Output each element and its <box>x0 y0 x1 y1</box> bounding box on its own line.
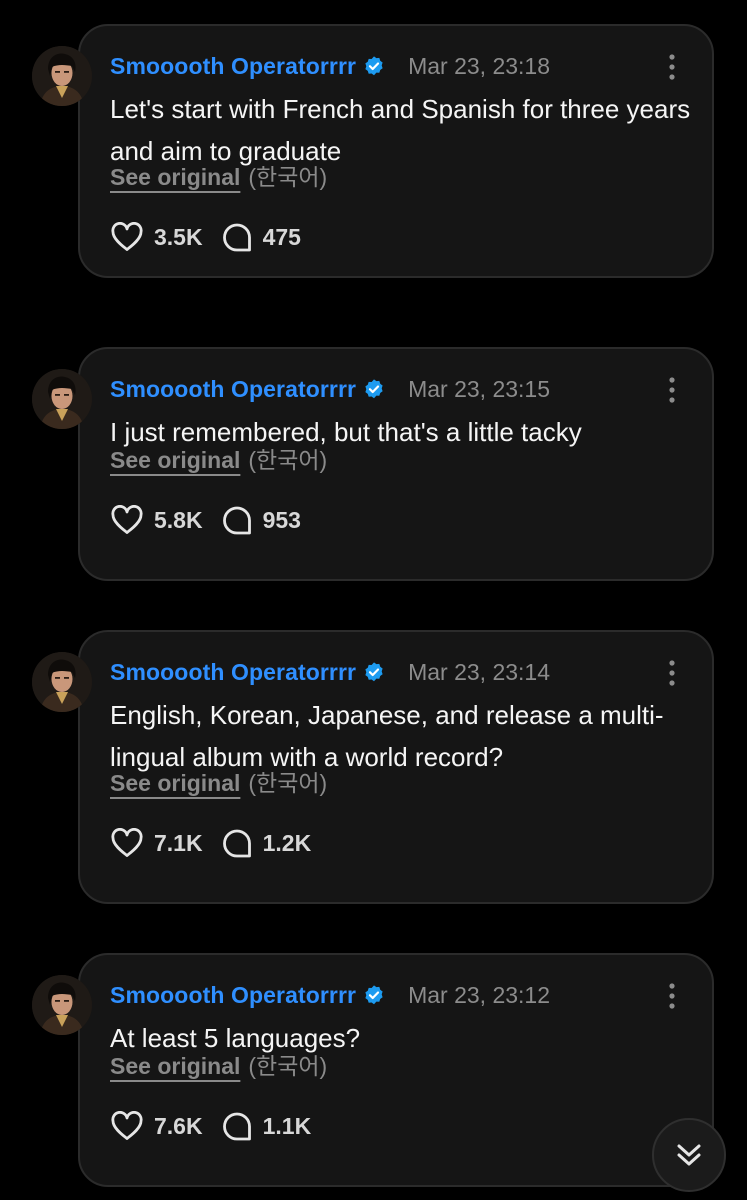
like-button[interactable]: 7.1K <box>110 828 203 858</box>
reply-button[interactable]: 1.1K <box>221 1111 312 1141</box>
username[interactable]: Smooooth Operatorrrr <box>110 982 356 1009</box>
username[interactable]: Smooooth Operatorrrr <box>110 376 356 403</box>
post-actions: 3.5K 475 <box>110 222 301 252</box>
message-feed: Smooooth Operatorrrr Mar 23, 23:18 Let's… <box>0 0 747 1200</box>
speech-bubble-icon <box>222 1112 251 1141</box>
original-language: (한국어) <box>248 164 328 190</box>
like-count: 7.1K <box>154 829 203 856</box>
see-original-row: See original (한국어) <box>110 158 327 192</box>
post-header: Smooooth Operatorrrr Mar 23, 23:15 <box>110 373 550 405</box>
post-card[interactable]: Smooooth Operatorrrr Mar 23, 23:14 Engli… <box>78 630 714 904</box>
see-original-link[interactable]: See original <box>110 770 240 796</box>
avatar[interactable] <box>32 975 92 1035</box>
verified-badge-icon <box>365 56 383 76</box>
speech-bubble-icon <box>222 223 251 252</box>
username[interactable]: Smooooth Operatorrrr <box>110 659 356 686</box>
timestamp: Mar 23, 23:12 <box>408 981 550 1008</box>
heart-icon <box>111 1111 143 1140</box>
verified-badge-icon <box>365 662 383 682</box>
original-language: (한국어) <box>248 447 328 473</box>
like-button[interactable]: 5.8K <box>110 505 203 535</box>
reply-count: 1.1K <box>262 1112 312 1139</box>
avatar[interactable] <box>32 46 92 106</box>
see-original-row: See original (한국어) <box>110 1047 327 1081</box>
heart-icon <box>111 505 143 534</box>
like-count: 5.8K <box>154 506 203 533</box>
verified-badge-icon <box>365 985 383 1005</box>
verified-badge-icon <box>365 379 383 399</box>
reply-count: 1.2K <box>262 829 312 856</box>
double-chevron-down-icon <box>677 1144 701 1166</box>
avatar[interactable] <box>32 652 92 712</box>
heart-icon <box>111 222 143 251</box>
reply-count: 953 <box>262 506 301 533</box>
post-actions: 5.8K 953 <box>110 505 301 535</box>
avatar-photo <box>32 46 92 106</box>
like-button[interactable]: 7.6K <box>110 1111 203 1141</box>
see-original-link[interactable]: See original <box>110 447 240 473</box>
original-language: (한국어) <box>248 1053 328 1079</box>
see-original-link[interactable]: See original <box>110 1053 240 1079</box>
avatar[interactable] <box>32 369 92 429</box>
username[interactable]: Smooooth Operatorrrr <box>110 53 356 80</box>
reply-count: 475 <box>262 223 301 250</box>
timestamp: Mar 23, 23:15 <box>408 375 550 402</box>
post-actions: 7.1K 1.2K <box>110 828 311 858</box>
more-vertical-icon[interactable] <box>662 658 682 688</box>
original-language: (한국어) <box>248 770 328 796</box>
post-actions: 7.6K 1.1K <box>110 1111 311 1141</box>
timestamp: Mar 23, 23:14 <box>408 658 550 685</box>
speech-bubble-icon <box>222 506 251 535</box>
scroll-to-bottom-button[interactable] <box>652 1118 726 1192</box>
post-header: Smooooth Operatorrrr Mar 23, 23:18 <box>110 50 550 82</box>
see-original-row: See original (한국어) <box>110 764 327 798</box>
like-count: 3.5K <box>154 223 203 250</box>
post-header: Smooooth Operatorrrr Mar 23, 23:14 <box>110 656 550 688</box>
reply-button[interactable]: 953 <box>221 505 301 535</box>
like-button[interactable]: 3.5K <box>110 222 203 252</box>
heart-icon <box>111 828 143 857</box>
reply-button[interactable]: 475 <box>221 222 301 252</box>
like-count: 7.6K <box>154 1112 203 1139</box>
speech-bubble-icon <box>222 829 251 858</box>
reply-button[interactable]: 1.2K <box>221 828 312 858</box>
post-card[interactable]: Smooooth Operatorrrr Mar 23, 23:12 At le… <box>78 953 714 1187</box>
post-header: Smooooth Operatorrrr Mar 23, 23:12 <box>110 979 550 1011</box>
post-card[interactable]: Smooooth Operatorrrr Mar 23, 23:15 I jus… <box>78 347 714 581</box>
avatar-photo <box>32 369 92 429</box>
avatar-photo <box>32 652 92 712</box>
avatar-photo <box>32 975 92 1035</box>
more-vertical-icon[interactable] <box>662 375 682 405</box>
see-original-link[interactable]: See original <box>110 164 240 190</box>
timestamp: Mar 23, 23:18 <box>408 52 550 79</box>
see-original-row: See original (한국어) <box>110 441 327 475</box>
post-card[interactable]: Smooooth Operatorrrr Mar 23, 23:18 Let's… <box>78 24 714 278</box>
more-vertical-icon[interactable] <box>662 981 682 1011</box>
more-vertical-icon[interactable] <box>662 52 682 82</box>
